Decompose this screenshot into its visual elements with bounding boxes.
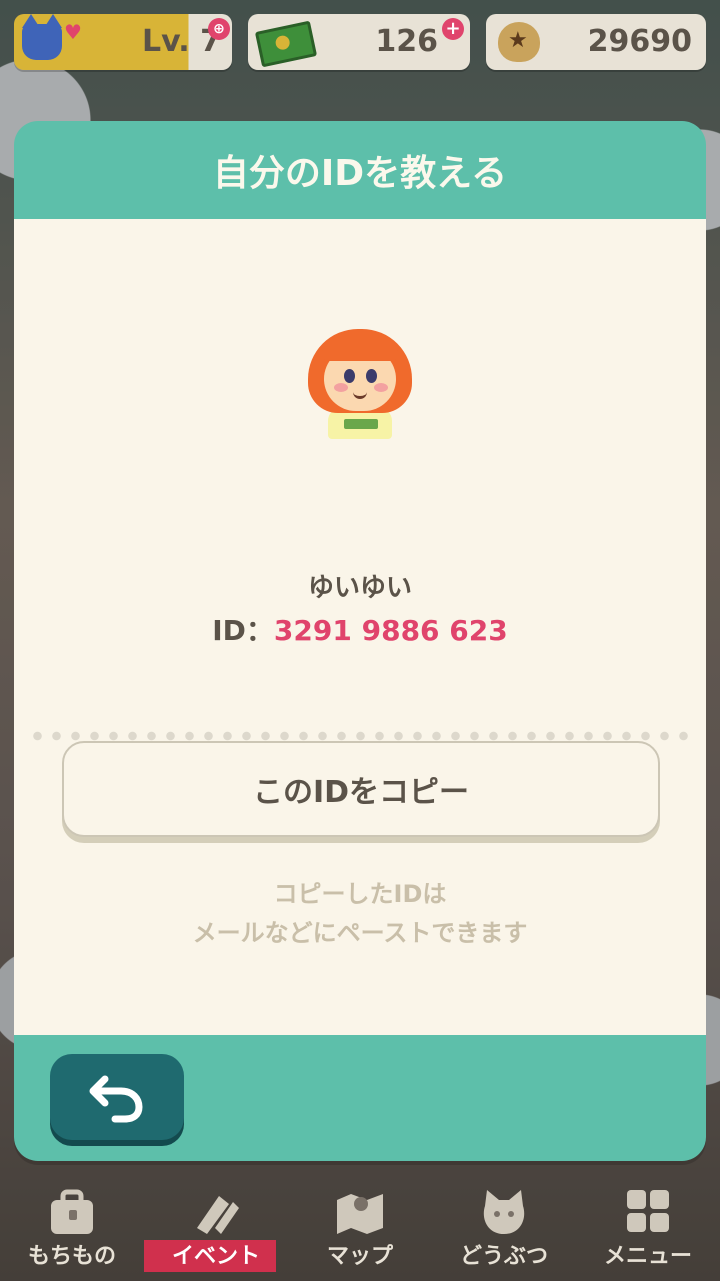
player-id-line: ID：3291 9886 623 xyxy=(14,609,706,649)
bell-bag-icon xyxy=(498,22,540,62)
dotted-divider xyxy=(28,731,692,741)
nav-item-event[interactable]: イベント xyxy=(144,1178,288,1281)
dialog-body: ゆいゆい ID：3291 9886 623 このIDをコピー コピーしたIDは … xyxy=(14,219,706,1035)
nav-label-event: イベント xyxy=(171,1244,260,1269)
leaf-ticket-icon xyxy=(254,20,318,68)
copy-note-line1: コピーしたIDは xyxy=(273,880,447,908)
back-button[interactable] xyxy=(50,1054,184,1140)
dialog-title: 自分のIDを教える xyxy=(212,153,508,194)
bag-icon xyxy=(51,1189,93,1234)
avatar-eye-right xyxy=(366,369,377,383)
nav-label-animals: どうぶつ xyxy=(459,1244,548,1269)
bells-counter: 29690 xyxy=(486,14,706,70)
nav-label-belongings: もちもの xyxy=(27,1244,116,1269)
heart-icon: ♥ xyxy=(64,20,82,44)
player-avatar xyxy=(308,329,412,439)
avatar-eye-left xyxy=(344,369,355,383)
avatar-cheek-right xyxy=(374,383,388,392)
player-name: ゆいゆい xyxy=(307,573,412,603)
menu-grid-icon xyxy=(627,1190,669,1232)
map-icon xyxy=(337,1194,383,1234)
leaf-ticket-counter[interactable]: 126 + xyxy=(248,14,470,70)
id-label: ID： xyxy=(212,614,274,647)
nav-label-menu: メニュー xyxy=(603,1244,692,1269)
player-cat-icon xyxy=(22,14,62,60)
avatar-bangs xyxy=(322,335,398,361)
bottom-navigation: もちもの イベント マップ どうぶつ メニュー xyxy=(0,1178,720,1281)
nav-item-map[interactable]: マップ xyxy=(288,1178,432,1281)
copy-id-button[interactable]: このIDをコピー xyxy=(62,741,660,837)
level-indicator[interactable]: ♥ Lv. 7 ⊕ xyxy=(14,14,232,70)
cat-face-icon xyxy=(483,1190,525,1234)
id-value: 3291 9886 623 xyxy=(273,614,508,647)
nav-item-menu[interactable]: メニュー xyxy=(576,1178,720,1281)
zoom-badge-icon[interactable]: ⊕ xyxy=(208,18,230,40)
event-icon xyxy=(197,1196,239,1234)
avatar-cheek-left xyxy=(334,383,348,392)
back-arrow-icon xyxy=(89,1075,143,1123)
nav-label-map: マップ xyxy=(326,1244,393,1269)
nav-item-belongings[interactable]: もちもの xyxy=(0,1178,144,1281)
share-id-dialog: 自分のIDを教える ゆいゆい ID：3291 9886 623 このIDをコピー… xyxy=(14,121,706,1161)
copy-note-line2: メールなどにペーストできます xyxy=(192,919,528,947)
nav-item-animals[interactable]: どうぶつ xyxy=(432,1178,576,1281)
ticket-count: 126 xyxy=(375,24,438,59)
add-tickets-icon[interactable]: + xyxy=(442,18,464,40)
bells-count: 29690 xyxy=(587,24,692,59)
